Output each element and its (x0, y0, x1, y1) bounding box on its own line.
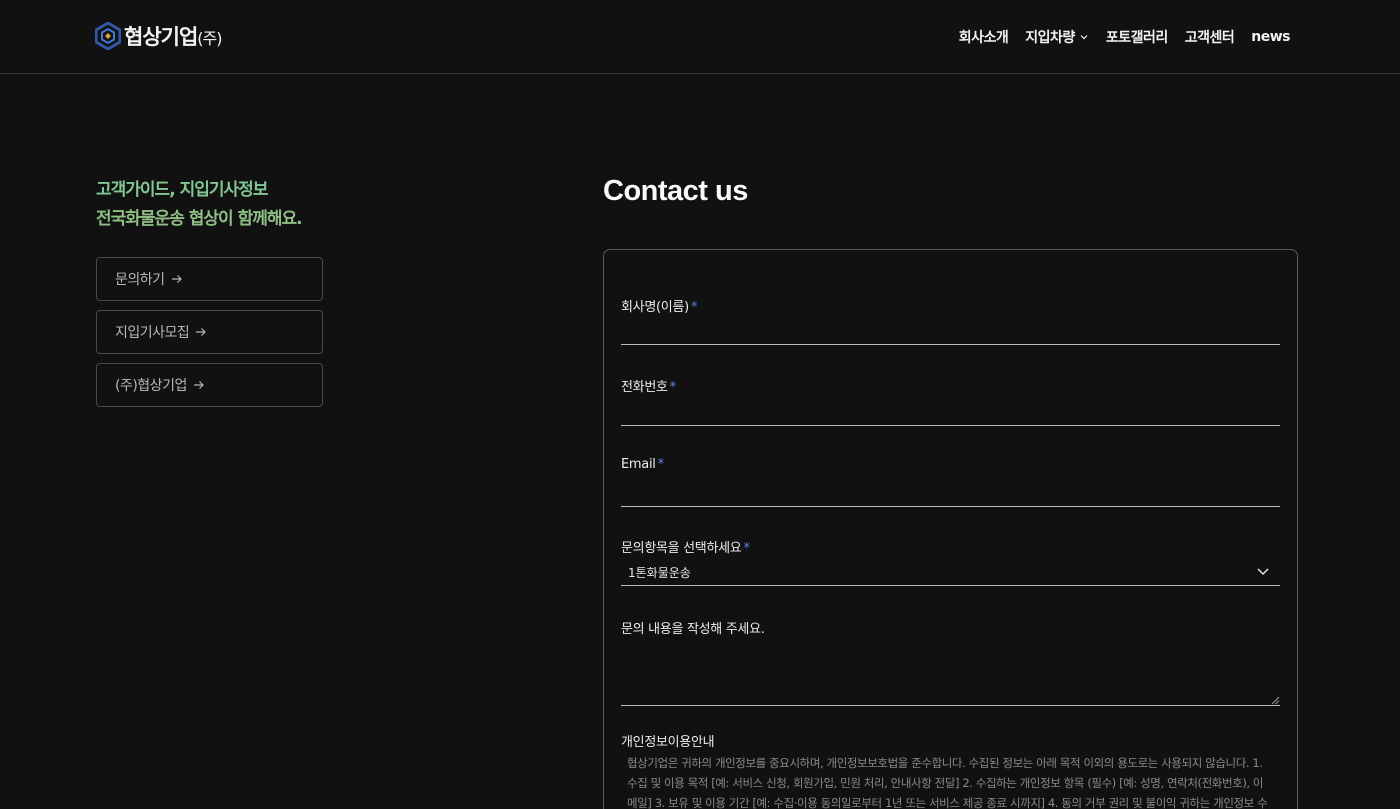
inquiry-button[interactable]: 문의하기 (96, 257, 323, 301)
chevron-down-icon (1080, 35, 1088, 40)
tagline-line-2: 전국화물운송 협상이 함께해요. (96, 209, 303, 229)
nav-item-support[interactable]: 고객센터 (1185, 27, 1235, 47)
name-input[interactable] (621, 344, 1280, 345)
message-textarea[interactable] (621, 705, 1280, 706)
logo[interactable]: 협상기업(주) (95, 21, 223, 51)
nav-item-gallery[interactable]: 포토갤러리 (1106, 27, 1168, 47)
privacy-text: 협상기업은 귀하의 개인정보를 중요시하며, 개인정보보호법을 준수합니다. 수… (627, 756, 1268, 809)
email-label: Email * (621, 457, 664, 472)
message-label: 문의 내용을 작성해 주세요. (621, 622, 765, 637)
category-label: 문의항목을 선택하세요 * (621, 541, 750, 556)
page-title: Contact us (603, 175, 748, 207)
chevron-down-icon[interactable] (1256, 564, 1270, 578)
tagline: 고객가이드, 지입기사정보 전국화물운송 협상이 함께해요. (96, 176, 303, 234)
nav-item-vehicles[interactable]: 지입차량 (1025, 27, 1089, 47)
nav-item-news[interactable]: news (1251, 29, 1290, 45)
arrow-right-icon (196, 328, 207, 336)
site-header: 협상기업(주) 회사소개 지입차량 포토갤러리 고객센터 news (0, 0, 1400, 74)
main-nav: 회사소개 지입차량 포토갤러리 고객센터 news (959, 27, 1291, 47)
category-select[interactable]: 1톤화물운송 (628, 564, 691, 581)
resize-handle-icon[interactable] (1271, 696, 1280, 705)
company-button[interactable]: (주)협상기업 (96, 363, 323, 407)
logo-hexagon-icon (95, 22, 121, 50)
email-input[interactable] (621, 506, 1280, 507)
driver-recruit-button[interactable]: 지입기사모집 (96, 310, 323, 354)
tagline-line-1: 고객가이드, 지입기사정보 (96, 180, 268, 200)
name-label: 회사명(이름) * (621, 300, 698, 315)
phone-label: 전화번호 * (621, 380, 676, 395)
contact-form (603, 249, 1298, 809)
phone-input[interactable] (621, 425, 1280, 426)
arrow-right-icon (193, 381, 204, 389)
privacy-title: 개인정보이용안내 (621, 735, 715, 750)
logo-text: 협상기업(주) (124, 25, 223, 49)
category-select-underline (621, 585, 1280, 586)
nav-item-company[interactable]: 회사소개 (959, 27, 1009, 47)
arrow-right-icon (171, 275, 182, 283)
